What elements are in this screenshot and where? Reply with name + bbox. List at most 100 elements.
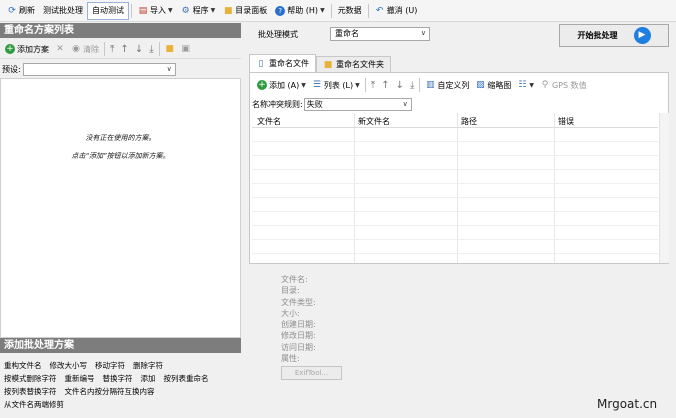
add-scheme-button[interactable]: + 添加方案 (2, 41, 52, 57)
column-header-filename[interactable]: 文件名 (257, 116, 281, 127)
op-link[interactable]: 重新编号 (65, 372, 95, 385)
op-link[interactable]: 从文件名两端修剪 (4, 398, 64, 411)
list-menu[interactable]: ☰ 列表 (L) ▼ (309, 77, 363, 93)
move-bottom-icon: ⤓ (409, 79, 415, 91)
metadata-label: 元数据 (337, 6, 362, 15)
clear-button[interactable]: ◉ 清除 (68, 41, 102, 57)
column-header-error[interactable]: 错误 (558, 116, 574, 127)
chevron-down-icon: ▼ (301, 81, 306, 89)
op-link[interactable]: 按列表替换字符 (4, 385, 57, 398)
move-bottom-icon: ⤓ (149, 43, 154, 55)
import-label: 导入 (150, 6, 166, 15)
move-bottom-button[interactable]: ⤓ (146, 41, 156, 57)
ops-row: 按模式删除字符 重新编号 替换字符 添加 按列表重命名 (4, 372, 237, 385)
tab-label: 重命名文件夹 (336, 60, 384, 69)
conflict-rule-label: 名称冲突规则: (252, 99, 303, 109)
empty-hint-2: 点击“添加”按钮以添加新方案。 (71, 152, 170, 160)
file-toolbar: + 添加 (A) ▼ ☰ 列表 (L) ▼ ⤒ ↑ ↓ ⤓ ▥ 自定义列 ▨ 缩… (254, 77, 590, 93)
file-icon: ▯ (258, 58, 264, 69)
add-scheme-label: 添加方案 (17, 44, 49, 54)
vertical-scrollbar[interactable] (659, 113, 669, 263)
column-header-path[interactable]: 路径 (461, 116, 477, 127)
conflict-rule-select[interactable]: 失败 ∨ (303, 97, 412, 111)
custom-columns-button[interactable]: ▥ 自定义列 (422, 77, 472, 93)
folder-icon: ■ (165, 44, 174, 54)
tab-rename-folders[interactable]: ■ 重命名文件夹 (316, 56, 391, 72)
op-link[interactable]: 修改大小写 (50, 359, 88, 372)
move-down-button[interactable]: ↓ (393, 77, 407, 93)
play-icon: ▶ (633, 27, 651, 44)
batch-mode-label: 批处理模式 (258, 30, 298, 39)
chevron-down-icon: ▼ (168, 7, 173, 14)
metadata-button[interactable]: 元数据 (334, 2, 366, 20)
move-top-button[interactable]: ⤒ (368, 77, 378, 93)
ops-row: 按列表替换字符 文件名内按分隔符互换内容 (4, 385, 237, 398)
op-link[interactable]: 替换字符 (103, 372, 133, 385)
refresh-button[interactable]: ⟳ 刷新 (3, 2, 39, 20)
save-icon: ▣ (181, 44, 190, 54)
conflict-rule-row: 名称冲突规则: 失败 ∨ (252, 97, 412, 111)
info-accessed: 访问日期: (281, 342, 316, 352)
scheme-list-area[interactable]: 没有正在使用的方案。 点击“添加”按钮以添加新方案。 (0, 78, 241, 338)
operation-links: 重构文件名 修改大小写 移动字符 删除字符 按模式删除字符 重新编号 替换字符 … (0, 355, 241, 418)
chevron-down-icon: ∨ (420, 29, 426, 37)
move-top-button[interactable]: ⤒ (107, 41, 117, 57)
move-bottom-button[interactable]: ⤓ (407, 77, 417, 93)
add-label: 添加 (A) (269, 80, 300, 90)
file-grid[interactable]: 文件名 新文件名 路径 错误 (252, 113, 658, 263)
add-files-menu[interactable]: + 添加 (A) ▼ (254, 77, 309, 93)
image-icon: ▨ (476, 80, 485, 90)
add-icon: + (257, 80, 267, 90)
thumbnail-button[interactable]: ▨ 缩略图 (472, 77, 514, 93)
chevron-down-icon: ▼ (320, 7, 325, 14)
save-button[interactable]: ▣ (178, 41, 194, 57)
help-icon: ? (275, 5, 286, 16)
preset-select[interactable]: ∨ (22, 62, 176, 76)
grid-line (457, 113, 458, 263)
batch-mode-select[interactable]: 重命名 ∨ (330, 27, 430, 41)
gps-button[interactable]: ⚲ GPS 数值 (537, 77, 590, 93)
help-menu[interactable]: ? 帮助 (H) ▼ (271, 2, 328, 20)
start-batch-button[interactable]: 开始批处理 ▶ (559, 24, 669, 47)
delete-button[interactable]: ✕ (52, 41, 68, 57)
undo-button[interactable]: ↶ 撤消 (U) (371, 2, 422, 20)
move-up-button[interactable]: ↑ (378, 77, 392, 93)
undo-label: 撤消 (U) (386, 6, 418, 15)
dir-panel-button[interactable]: ■ 目录面板 (219, 2, 271, 20)
preset-label: 预设: (2, 64, 21, 74)
op-link[interactable]: 文件名内按分隔符互换内容 (65, 385, 155, 398)
grid-line (252, 183, 658, 184)
columns-icon: ▥ (426, 80, 435, 90)
op-link[interactable]: 删除字符 (133, 359, 163, 372)
op-link[interactable]: 重构文件名 (4, 359, 42, 372)
open-button[interactable]: ■ (162, 41, 178, 57)
ops-row: 重构文件名 修改大小写 移动字符 删除字符 (4, 359, 237, 372)
tab-bar: ▯ 重命名文件 ■ 重命名文件夹 (249, 54, 391, 72)
start-batch-label: 开始批处理 (577, 31, 618, 40)
op-link[interactable]: 添加 (141, 372, 156, 385)
toolbar-separator (419, 78, 421, 92)
move-up-button[interactable]: ↑ (117, 41, 131, 57)
test-batch-button[interactable]: 测试批处理 (39, 2, 87, 20)
move-down-button[interactable]: ↓ (132, 41, 146, 57)
info-filetype: 文件类型: (281, 297, 316, 307)
arrow-up-icon: ↑ (120, 43, 129, 55)
import-menu[interactable]: ▤ 导入 ▼ (134, 2, 177, 20)
program-label: 程序 (192, 6, 209, 15)
view-options-menu[interactable]: ☷ ▼ (514, 77, 537, 93)
program-menu[interactable]: ⚙ 程序 ▼ (177, 2, 220, 20)
exiftool-button[interactable]: ExifTool... (281, 366, 342, 380)
add-icon: + (5, 44, 15, 54)
op-link[interactable]: 移动字符 (95, 359, 125, 372)
auto-test-toggle[interactable]: 自动测试 (87, 1, 129, 20)
folder-icon: ■ (223, 5, 233, 16)
op-link[interactable]: 按列表重命名 (164, 372, 209, 385)
tab-rename-files[interactable]: ▯ 重命名文件 (249, 54, 316, 72)
batch-scheme-header: 添加批处理方案 (0, 338, 241, 353)
refresh-icon: ⟳ (8, 5, 16, 16)
dir-panel-label: 目录面板 (235, 6, 268, 15)
op-link[interactable]: 按模式删除字符 (4, 372, 57, 385)
column-header-new-filename[interactable]: 新文件名 (358, 116, 390, 127)
info-created: 创建日期: (281, 320, 316, 330)
ops-row: 从文件名两端修剪 (4, 398, 237, 411)
